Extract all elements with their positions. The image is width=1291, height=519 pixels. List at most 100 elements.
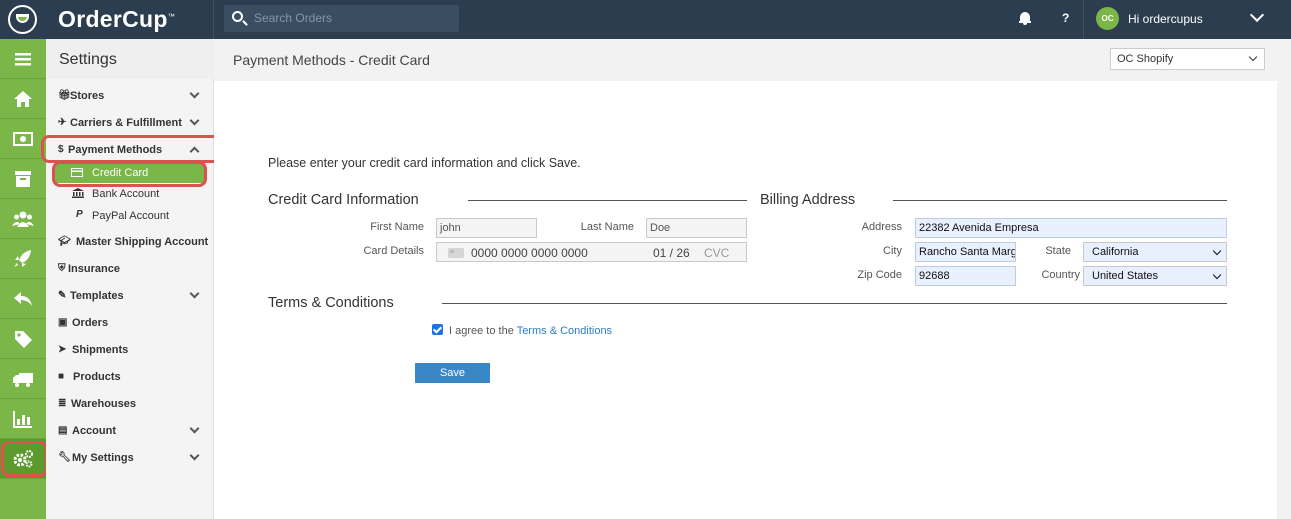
form-intro: Please enter your credit card informatio… bbox=[268, 156, 581, 170]
nav-archive[interactable] bbox=[0, 159, 46, 199]
sidebar-item-account[interactable]: ▤ Account bbox=[46, 422, 214, 442]
state-label: State bbox=[1045, 245, 1071, 257]
menu-icon bbox=[15, 53, 31, 66]
page-header: Payment Methods - Credit Card OC Shopify bbox=[214, 39, 1291, 81]
sidebar-item-shipments[interactable]: ➤ Shipments bbox=[46, 341, 214, 361]
country-select[interactable]: United States bbox=[1083, 266, 1227, 286]
chevron-down-icon bbox=[189, 423, 200, 434]
card-details-label: Card Details bbox=[363, 245, 424, 257]
payment-methods-highlight bbox=[41, 135, 223, 163]
nav-users[interactable] bbox=[0, 199, 46, 239]
truck-icon bbox=[13, 373, 33, 387]
sidebar-subitem-paypal-account[interactable]: P PayPal Account bbox=[46, 206, 214, 226]
store-select[interactable]: OC Shopify bbox=[1110, 48, 1265, 70]
tag-icon bbox=[15, 331, 32, 348]
paypal-icon: P bbox=[76, 209, 83, 220]
avatar[interactable]: OC bbox=[1096, 7, 1119, 30]
reply-icon bbox=[14, 292, 32, 306]
first-name-field[interactable]: john bbox=[436, 218, 537, 238]
help-icon[interactable]: ? bbox=[1062, 11, 1069, 25]
last-name-field[interactable]: Doe bbox=[646, 218, 747, 238]
credit-card-highlight bbox=[52, 161, 207, 187]
scrollbar[interactable] bbox=[1277, 81, 1291, 519]
brand-name: OrderCup™ bbox=[58, 6, 176, 32]
sidebar-subitem-bank-account[interactable]: Bank Account bbox=[46, 184, 214, 204]
sidebar-item-stores[interactable]: 🎁︎ Stores bbox=[46, 87, 214, 107]
chevron-down-icon bbox=[189, 450, 200, 461]
top-bar: OrderCup™ ? OC Hi ordercupus bbox=[0, 0, 1291, 39]
bell-icon[interactable] bbox=[1019, 12, 1031, 25]
plane-icon: ✈︎ bbox=[58, 117, 67, 128]
sidebar-item-carriers[interactable]: ✈︎ Carriers & Fulfillment bbox=[46, 114, 214, 134]
briefcase-icon: ▤ bbox=[58, 425, 68, 436]
nav-returns[interactable] bbox=[0, 279, 46, 319]
country-label: Country bbox=[1041, 269, 1080, 281]
archive-icon bbox=[15, 171, 31, 187]
save-button[interactable]: Save bbox=[415, 363, 490, 383]
nav-launch[interactable] bbox=[0, 239, 46, 279]
menu-button[interactable] bbox=[0, 39, 46, 79]
chevron-down-icon bbox=[189, 88, 200, 99]
user-greeting[interactable]: Hi ordercupus bbox=[1128, 12, 1203, 26]
wrench-icon: 🔧︎ bbox=[58, 452, 71, 463]
sidebar-item-warehouses[interactable]: ≣ Warehouses bbox=[46, 395, 214, 415]
shield-icon: ⛨ bbox=[58, 263, 66, 274]
section-rule bbox=[468, 200, 747, 201]
chevron-down-icon bbox=[189, 288, 200, 299]
money-icon: ▣ bbox=[58, 317, 68, 328]
chevron-down-icon bbox=[1212, 246, 1222, 256]
card-expiry: 01 / 26 bbox=[653, 246, 690, 260]
search-input[interactable] bbox=[254, 9, 454, 27]
sidebar-item-products[interactable]: ■ Products bbox=[46, 368, 214, 388]
page-title: Payment Methods - Credit Card bbox=[233, 52, 430, 68]
first-name-label: First Name bbox=[370, 221, 424, 233]
card-cvc: CVC bbox=[704, 246, 730, 260]
ordercup-logo-icon[interactable] bbox=[8, 5, 37, 34]
section-rule bbox=[442, 303, 1227, 304]
credit-card-icon bbox=[448, 248, 464, 258]
agree-text: I agree to the Terms & Conditions bbox=[449, 325, 613, 337]
card-details-field[interactable]: 0000 0000 0000 0000 01 / 26 CVC bbox=[436, 242, 747, 262]
city-label: City bbox=[883, 245, 902, 257]
users-icon bbox=[12, 211, 34, 227]
edit-icon: ✎ bbox=[58, 290, 67, 301]
chevron-down-icon bbox=[189, 115, 200, 126]
graduation-cap-icon: 🎓︎ bbox=[58, 236, 71, 247]
nav-home[interactable] bbox=[0, 79, 46, 119]
nav-tags[interactable] bbox=[0, 319, 46, 359]
state-select[interactable]: California bbox=[1083, 242, 1227, 262]
nav-orders[interactable] bbox=[0, 119, 46, 159]
nav-shipping[interactable] bbox=[0, 359, 46, 399]
nav-reports[interactable] bbox=[0, 399, 46, 439]
money-icon bbox=[13, 132, 33, 146]
divider bbox=[213, 0, 214, 39]
zip-label: Zip Code bbox=[857, 269, 902, 281]
billing-section-title: Billing Address bbox=[760, 192, 856, 208]
sidebar-item-orders[interactable]: ▣ Orders bbox=[46, 314, 214, 334]
address-field[interactable]: 22382 Avenida Empresa bbox=[915, 218, 1227, 238]
bar-chart-icon bbox=[13, 411, 32, 428]
agree-checkbox[interactable] bbox=[432, 324, 443, 335]
box-icon: ■ bbox=[58, 371, 65, 382]
sidebar-item-templates[interactable]: ✎ Templates bbox=[46, 287, 214, 307]
terms-link[interactable]: Terms & Conditions bbox=[517, 325, 612, 337]
gift-icon: 🎁︎ bbox=[58, 90, 71, 101]
last-name-label: Last Name bbox=[580, 221, 634, 233]
sidebar-item-master-shipping[interactable]: 🎓︎ Master Shipping Account bbox=[46, 233, 214, 253]
settings-highlight bbox=[1, 441, 48, 477]
sidebar-item-insurance[interactable]: ⛨ Insurance bbox=[46, 260, 214, 280]
chevron-down-icon bbox=[1248, 52, 1258, 62]
search-box[interactable] bbox=[224, 5, 459, 32]
chevron-down-icon bbox=[1212, 270, 1222, 280]
section-rule bbox=[893, 200, 1227, 201]
settings-sidebar: Settings 🎁︎ Stores ✈︎ Carriers & Fulfill… bbox=[46, 39, 214, 519]
sidebar-item-my-settings[interactable]: 🔧︎ My Settings bbox=[46, 449, 214, 469]
card-number: 0000 0000 0000 0000 bbox=[471, 246, 588, 260]
divider bbox=[1083, 0, 1084, 39]
chevron-down-icon[interactable] bbox=[1249, 7, 1265, 23]
cc-section-title: Credit Card Information bbox=[268, 192, 419, 208]
search-icon bbox=[232, 11, 243, 22]
database-icon: ≣ bbox=[58, 398, 67, 409]
sidebar-title: Settings bbox=[59, 51, 117, 68]
rocket-icon bbox=[14, 250, 31, 267]
